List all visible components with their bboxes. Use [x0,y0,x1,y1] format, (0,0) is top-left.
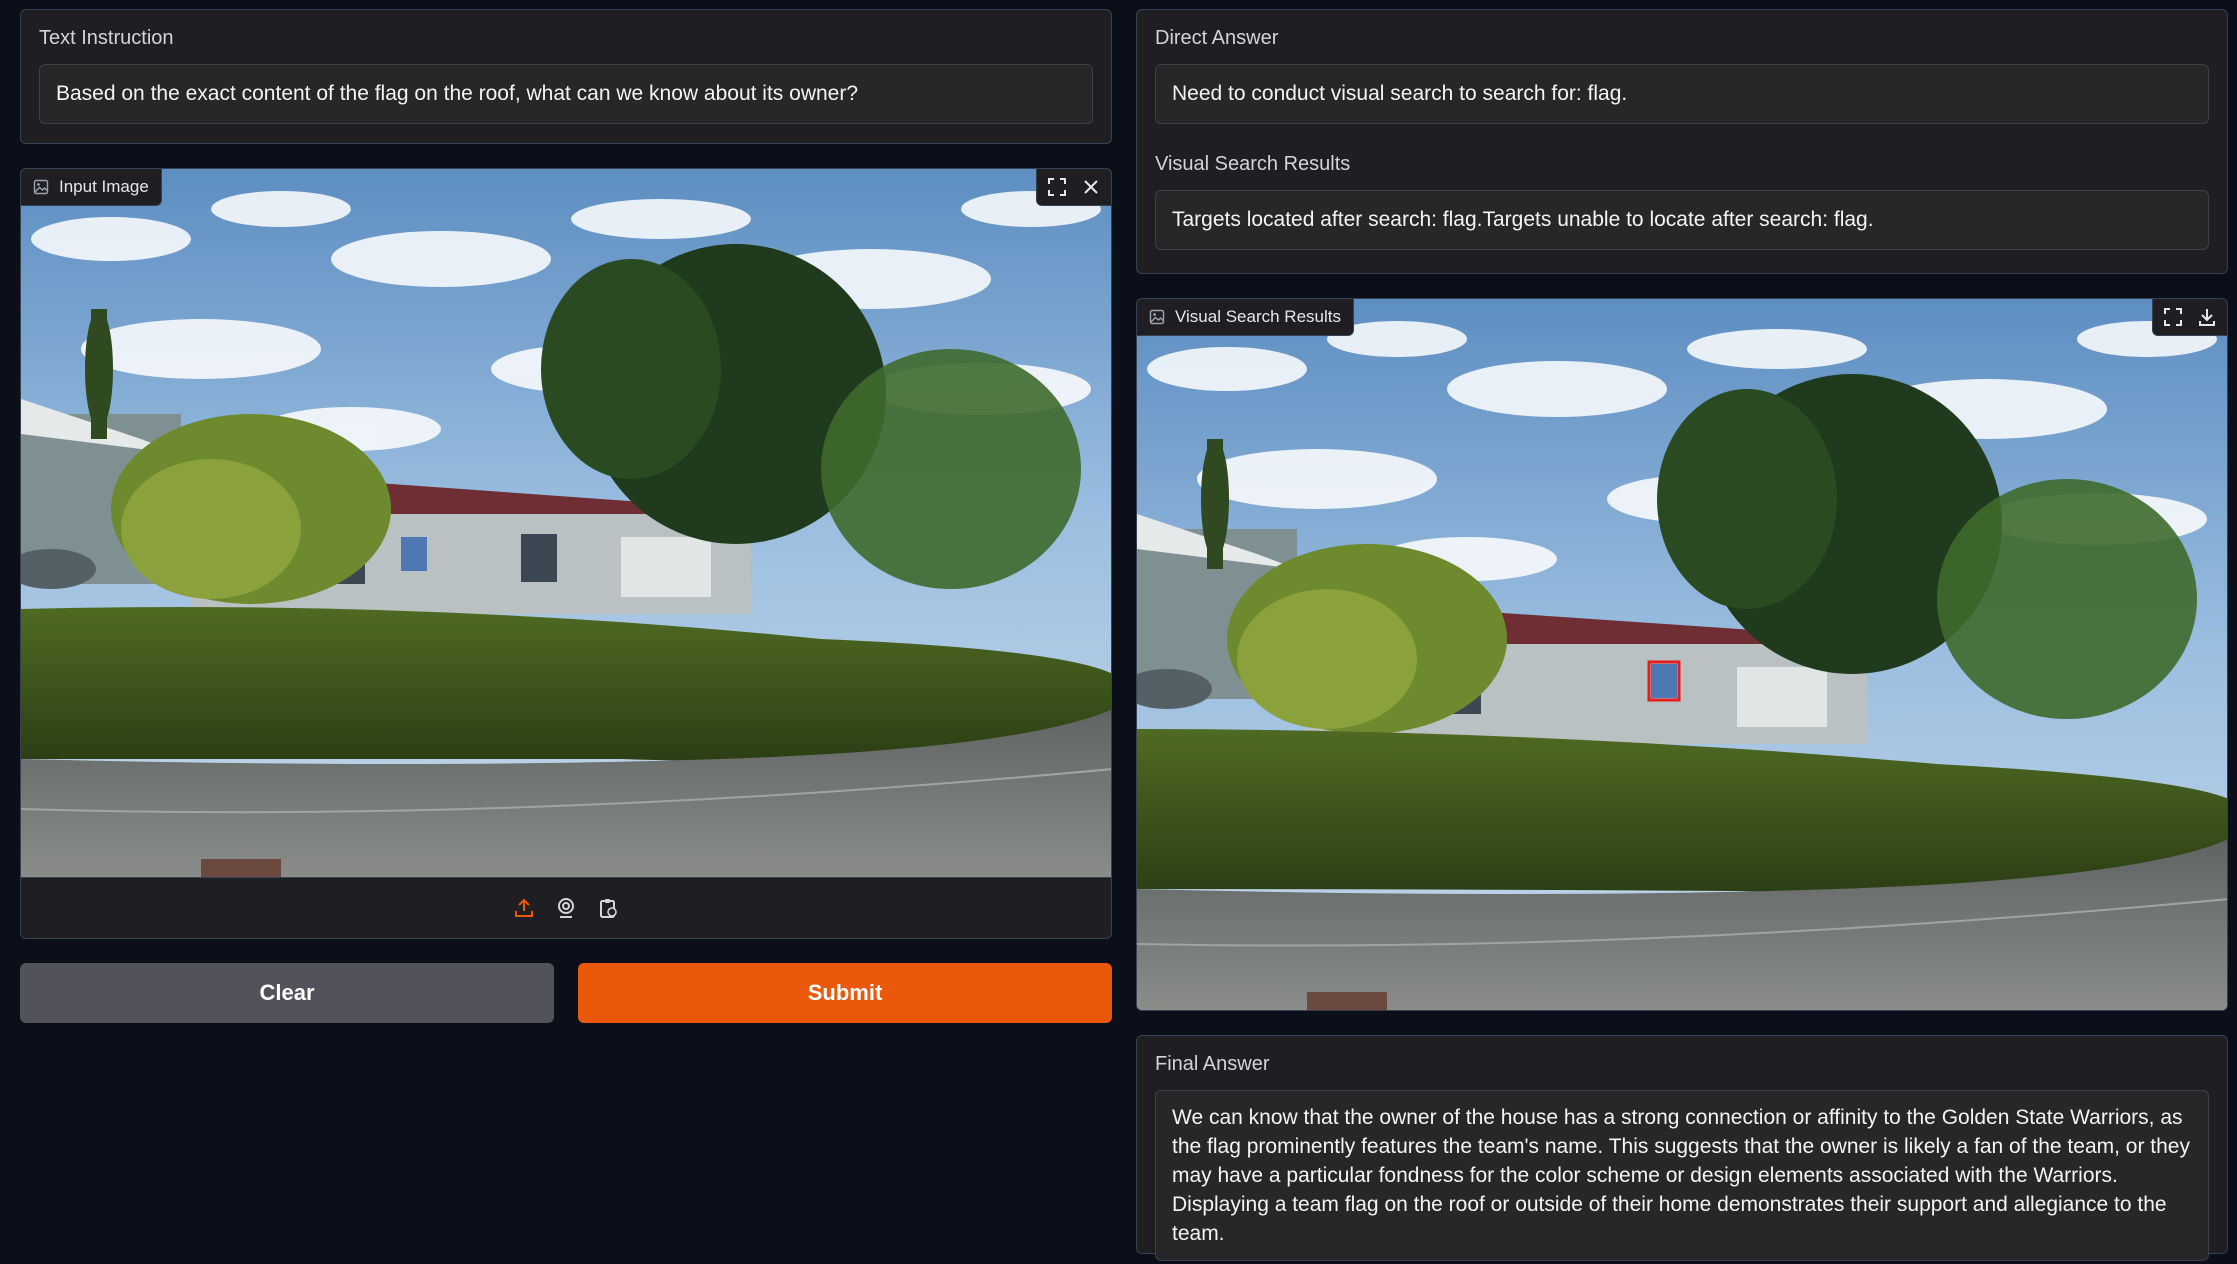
fullscreen-icon [2164,308,2182,326]
image-source-bar [21,877,1111,938]
input-image-tag: Input Image [21,169,162,206]
upload-button[interactable] [510,894,538,922]
text-instruction-input[interactable]: Based on the exact content of the flag o… [39,64,1093,124]
input-image-toolbar [1036,169,1111,206]
clear-button[interactable]: Clear [20,963,554,1023]
download-button[interactable] [2193,303,2221,331]
search-image-toolbar [2152,299,2227,336]
direct-answer-label: Direct Answer [1155,27,1279,49]
image-icon [33,179,49,195]
submit-button[interactable]: Submit [578,963,1112,1023]
image-icon [1149,309,1165,325]
close-icon [1084,180,1098,194]
search-result-image [1137,299,2227,1010]
clear-image-button[interactable] [1077,173,1105,201]
text-instruction-label: Text Instruction [39,27,174,49]
search-image-panel[interactable]: Visual Search Results [1136,298,2228,1011]
input-image-label: Input Image [59,177,149,196]
final-answer-output[interactable]: We can know that the owner of the house … [1155,1090,2209,1261]
fullscreen-button[interactable] [1043,173,1071,201]
paste-button[interactable] [594,894,622,922]
upload-icon [515,898,533,917]
fullscreen-button[interactable] [2159,303,2187,331]
input-image-panel[interactable]: Input Image [20,168,1112,939]
search-image-label: Visual Search Results [1175,307,1341,326]
webcam-button[interactable] [552,894,580,922]
final-answer-panel: Final Answer We can know that the owner … [1136,1035,2228,1261]
search-results-label: Visual Search Results [1155,153,1351,175]
final-answer-label: Final Answer [1155,1053,1270,1075]
direct-answer-panel: Direct Answer Need to conduct visual sea… [1136,9,2228,274]
input-column: Text Instruction Based on the exact cont… [20,9,1112,1023]
clipboard-icon [600,899,617,918]
download-icon [2199,309,2215,326]
webcam-icon [558,898,574,918]
app-root: Text Instruction Based on the exact cont… [0,0,2237,1264]
action-buttons: Clear Submit [20,963,1112,1023]
text-instruction-panel: Text Instruction Based on the exact cont… [20,9,1112,144]
input-image [21,169,1111,879]
search-image-tag: Visual Search Results [1137,299,1354,336]
search-results-output[interactable]: Targets located after search: flag.Targe… [1155,190,2209,250]
direct-answer-output[interactable]: Need to conduct visual search to search … [1155,64,2209,124]
fullscreen-icon [1048,178,1066,196]
output-column: Direct Answer Need to conduct visual sea… [1136,9,2228,1261]
